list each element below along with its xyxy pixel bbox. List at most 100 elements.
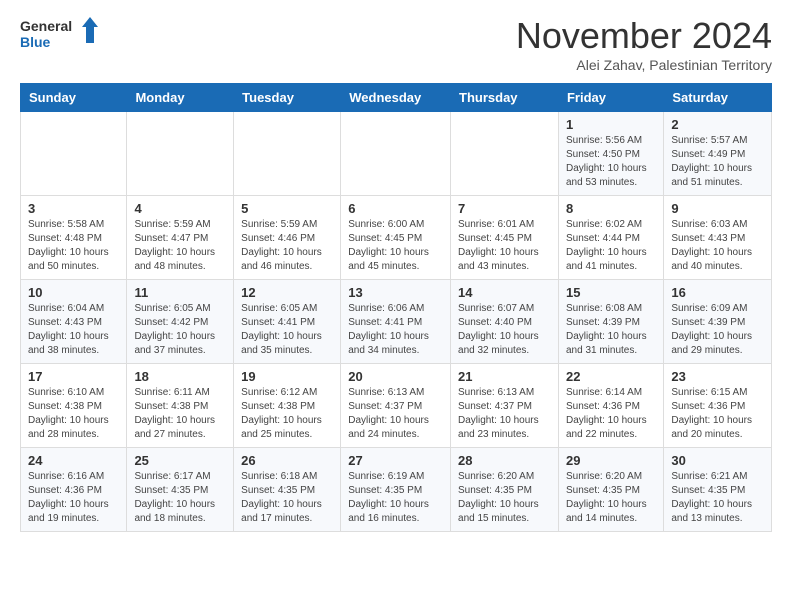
day-info: Sunrise: 5:59 AM Sunset: 4:46 PM Dayligh…: [241, 218, 333, 274]
day-number: 26: [241, 453, 333, 468]
day-info: Sunrise: 6:03 AM Sunset: 4:43 PM Dayligh…: [671, 218, 764, 274]
day-info: Sunrise: 6:19 AM Sunset: 4:35 PM Dayligh…: [348, 470, 443, 526]
week-row-1: 1 Sunrise: 5:56 AM Sunset: 4:50 PM Daylig…: [21, 112, 772, 196]
day-info: Sunrise: 6:10 AM Sunset: 4:38 PM Dayligh…: [28, 386, 119, 442]
logo-svg: General Blue: [20, 15, 100, 55]
day-number: 3: [28, 201, 119, 216]
day-cell: [21, 112, 127, 196]
day-number: 22: [566, 369, 656, 384]
title-area: November 2024 Alei Zahav, Palestinian Te…: [516, 15, 772, 73]
day-cell: 1 Sunrise: 5:56 AM Sunset: 4:50 PM Daylig…: [558, 112, 663, 196]
calendar-table: SundayMondayTuesdayWednesdayThursdayFrid…: [20, 83, 772, 532]
header-thursday: Thursday: [451, 84, 559, 112]
header-saturday: Saturday: [664, 84, 772, 112]
day-number: 29: [566, 453, 656, 468]
day-number: 7: [458, 201, 551, 216]
day-number: 15: [566, 285, 656, 300]
logo: General Blue: [20, 15, 100, 55]
day-info: Sunrise: 5:59 AM Sunset: 4:47 PM Dayligh…: [134, 218, 226, 274]
svg-text:Blue: Blue: [20, 34, 51, 50]
header-wednesday: Wednesday: [341, 84, 451, 112]
day-info: Sunrise: 6:07 AM Sunset: 4:40 PM Dayligh…: [458, 302, 551, 358]
day-number: 10: [28, 285, 119, 300]
week-row-4: 17Sunrise: 6:10 AM Sunset: 4:38 PM Dayli…: [21, 364, 772, 448]
day-info: Sunrise: 6:00 AM Sunset: 4:45 PM Dayligh…: [348, 218, 443, 274]
day-info: Sunrise: 6:09 AM Sunset: 4:39 PM Dayligh…: [671, 302, 764, 358]
day-info: Sunrise: 6:06 AM Sunset: 4:41 PM Dayligh…: [348, 302, 443, 358]
day-number: 27: [348, 453, 443, 468]
day-info: Sunrise: 6:12 AM Sunset: 4:38 PM Dayligh…: [241, 386, 333, 442]
day-info: Sunrise: 5:56 AM Sunset: 4:50 PM Dayligh…: [566, 134, 656, 190]
day-number: 21: [458, 369, 551, 384]
day-info: Sunrise: 6:20 AM Sunset: 4:35 PM Dayligh…: [458, 470, 551, 526]
day-cell: 27 Sunrise: 6:19 AM Sunset: 4:35 PM Dayli…: [341, 448, 451, 532]
day-info: Sunrise: 6:05 AM Sunset: 4:41 PM Dayligh…: [241, 302, 333, 358]
day-number: 8: [566, 201, 656, 216]
day-cell: 26Sunrise: 6:18 AM Sunset: 4:35 PM Dayli…: [234, 448, 341, 532]
day-info: Sunrise: 6:05 AM Sunset: 4:42 PM Dayligh…: [134, 302, 226, 358]
header-monday: Monday: [127, 84, 234, 112]
day-number: 24: [28, 453, 119, 468]
day-info: Sunrise: 6:02 AM Sunset: 4:44 PM Dayligh…: [566, 218, 656, 274]
day-number: 20: [348, 369, 443, 384]
day-number: 1: [566, 117, 656, 132]
day-cell: [451, 112, 559, 196]
day-number: 13: [348, 285, 443, 300]
day-info: Sunrise: 6:13 AM Sunset: 4:37 PM Dayligh…: [348, 386, 443, 442]
day-cell: 19 Sunrise: 6:12 AM Sunset: 4:38 PM Dayli…: [234, 364, 341, 448]
day-info: Sunrise: 5:57 AM Sunset: 4:49 PM Dayligh…: [671, 134, 764, 190]
day-number: 18: [134, 369, 226, 384]
svg-text:General: General: [20, 18, 72, 34]
header-sunday: Sunday: [21, 84, 127, 112]
day-cell: 10 Sunrise: 6:04 AM Sunset: 4:43 PM Dayli…: [21, 280, 127, 364]
day-cell: 28 Sunrise: 6:20 AM Sunset: 4:35 PM Dayli…: [451, 448, 559, 532]
day-cell: 2 Sunrise: 5:57 AM Sunset: 4:49 PM Daylig…: [664, 112, 772, 196]
day-cell: 15 Sunrise: 6:08 AM Sunset: 4:39 PM Dayli…: [558, 280, 663, 364]
header-friday: Friday: [558, 84, 663, 112]
day-number: 16: [671, 285, 764, 300]
day-cell: 11 Sunrise: 6:05 AM Sunset: 4:42 PM Dayli…: [127, 280, 234, 364]
day-cell: 12 Sunrise: 6:05 AM Sunset: 4:41 PM Dayli…: [234, 280, 341, 364]
day-number: 23: [671, 369, 764, 384]
day-info: Sunrise: 6:17 AM Sunset: 4:35 PM Dayligh…: [134, 470, 226, 526]
week-row-5: 24 Sunrise: 6:16 AM Sunset: 4:36 PM Dayli…: [21, 448, 772, 532]
day-cell: 20 Sunrise: 6:13 AM Sunset: 4:37 PM Dayli…: [341, 364, 451, 448]
day-number: 19: [241, 369, 333, 384]
day-cell: 16 Sunrise: 6:09 AM Sunset: 4:39 PM Dayli…: [664, 280, 772, 364]
day-cell: 13 Sunrise: 6:06 AM Sunset: 4:41 PM Dayli…: [341, 280, 451, 364]
day-cell: 23 Sunrise: 6:15 AM Sunset: 4:36 PM Dayli…: [664, 364, 772, 448]
day-info: Sunrise: 6:14 AM Sunset: 4:36 PM Dayligh…: [566, 386, 656, 442]
day-number: 6: [348, 201, 443, 216]
subtitle: Alei Zahav, Palestinian Territory: [516, 57, 772, 73]
day-info: Sunrise: 6:16 AM Sunset: 4:36 PM Dayligh…: [28, 470, 119, 526]
day-number: 9: [671, 201, 764, 216]
day-cell: 21Sunrise: 6:13 AM Sunset: 4:37 PM Dayli…: [451, 364, 559, 448]
day-number: 11: [134, 285, 226, 300]
day-number: 5: [241, 201, 333, 216]
day-info: Sunrise: 6:01 AM Sunset: 4:45 PM Dayligh…: [458, 218, 551, 274]
day-number: 28: [458, 453, 551, 468]
day-cell: [341, 112, 451, 196]
day-info: Sunrise: 5:58 AM Sunset: 4:48 PM Dayligh…: [28, 218, 119, 274]
day-number: 25: [134, 453, 226, 468]
day-info: Sunrise: 6:15 AM Sunset: 4:36 PM Dayligh…: [671, 386, 764, 442]
day-cell: 17Sunrise: 6:10 AM Sunset: 4:38 PM Dayli…: [21, 364, 127, 448]
day-number: 2: [671, 117, 764, 132]
day-cell: 7 Sunrise: 6:01 AM Sunset: 4:45 PM Daylig…: [451, 196, 559, 280]
header-tuesday: Tuesday: [234, 84, 341, 112]
day-cell: 14 Sunrise: 6:07 AM Sunset: 4:40 PM Dayli…: [451, 280, 559, 364]
month-title: November 2024: [516, 15, 772, 57]
day-cell: 5 Sunrise: 5:59 AM Sunset: 4:46 PM Daylig…: [234, 196, 341, 280]
day-number: 30: [671, 453, 764, 468]
page: General Blue November 2024 Alei Zahav, P…: [0, 0, 792, 612]
day-cell: 29Sunrise: 6:20 AM Sunset: 4:35 PM Dayli…: [558, 448, 663, 532]
day-cell: 4Sunrise: 5:59 AM Sunset: 4:47 PM Daylig…: [127, 196, 234, 280]
day-info: Sunrise: 6:21 AM Sunset: 4:35 PM Dayligh…: [671, 470, 764, 526]
day-number: 12: [241, 285, 333, 300]
day-cell: 6 Sunrise: 6:00 AM Sunset: 4:45 PM Daylig…: [341, 196, 451, 280]
day-cell: [234, 112, 341, 196]
day-info: Sunrise: 6:08 AM Sunset: 4:39 PM Dayligh…: [566, 302, 656, 358]
day-info: Sunrise: 6:04 AM Sunset: 4:43 PM Dayligh…: [28, 302, 119, 358]
day-number: 14: [458, 285, 551, 300]
day-cell: 30 Sunrise: 6:21 AM Sunset: 4:35 PM Dayli…: [664, 448, 772, 532]
